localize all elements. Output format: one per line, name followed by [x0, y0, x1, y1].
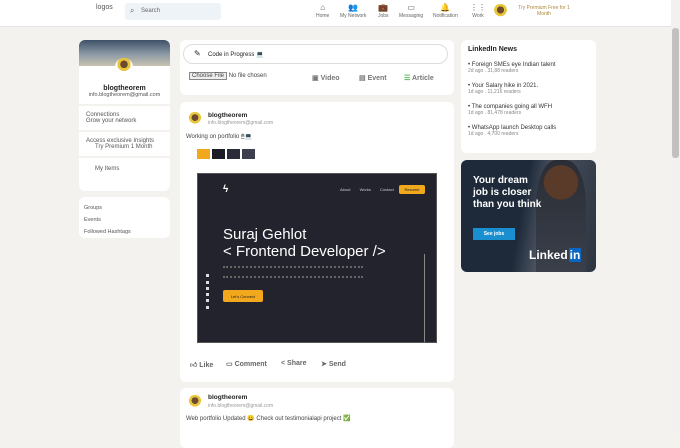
profile-avatar[interactable]	[115, 58, 133, 76]
hashtags-link[interactable]: Followed Hashtags	[84, 226, 165, 238]
connect-button: Let's Connect	[223, 290, 263, 302]
premium-link[interactable]: Try Premium Free for 1 Month	[514, 5, 574, 17]
like-button[interactable]: 👍︎ Like	[190, 360, 213, 369]
video-button[interactable]: ▣ Video	[312, 74, 340, 82]
scrollbar-thumb[interactable]	[672, 28, 679, 158]
post-card: blogtheorem info.blogtheorem@gmail.com W…	[180, 388, 454, 448]
search-icon: ⌕	[130, 6, 135, 15]
home-icon: ⌂	[320, 3, 326, 12]
bell-icon: 🔔	[440, 3, 451, 12]
comment-button[interactable]: ▭ Comment	[226, 360, 267, 368]
portfolio-logo: ϟ	[223, 184, 229, 195]
my-items-link[interactable]: My Items	[79, 158, 170, 180]
article-icon: ☰	[404, 75, 411, 82]
grid-icon: ⋮⋮	[470, 3, 486, 12]
portfolio-screenshot[interactable]: ϟ About Works Contact Resume Suraj Gehlo…	[197, 173, 437, 343]
scrollbar[interactable]	[671, 0, 680, 433]
logo: logos	[96, 4, 113, 11]
portfolio-title: Suraj Gehlot	[223, 226, 307, 243]
post-author[interactable]: blogtheorem	[208, 112, 247, 119]
thumbs-up-icon: 👍︎	[190, 362, 198, 369]
groups-link[interactable]: Groups	[84, 202, 165, 214]
swatch	[197, 149, 210, 159]
profile-email: info.blogtheorem@gmail.com	[88, 92, 161, 98]
post-text: Working on portfolio 🖱💻	[186, 134, 252, 140]
swatch	[227, 149, 240, 159]
profile-name[interactable]: blogtheorem	[79, 85, 170, 92]
post-avatar[interactable]	[187, 112, 203, 128]
calendar-icon: ▤	[359, 75, 366, 82]
article-button[interactable]: ☰ Article	[404, 74, 434, 82]
avatar[interactable]	[492, 4, 509, 21]
post-author[interactable]: blogtheorem	[208, 394, 247, 401]
search-input[interactable]: ⌕ Search	[125, 3, 221, 20]
message-icon: ▭	[407, 3, 415, 12]
nav-work[interactable]: ⋮⋮ Work	[470, 3, 486, 19]
nav-jobs[interactable]: 💼 Jobs	[378, 3, 389, 19]
send-button[interactable]: ➤ Send	[321, 360, 346, 368]
color-swatches	[197, 146, 257, 164]
news-title: LinkedIn News	[468, 46, 518, 53]
news-item[interactable]: • WhatsApp launch Desktop calls 1d ago . …	[468, 125, 589, 137]
nav-home[interactable]: ⌂ Home	[316, 3, 329, 19]
pencil-icon: ✎	[194, 49, 201, 58]
nav-my-network[interactable]: 👥 My Network	[340, 3, 366, 19]
swatch	[212, 149, 225, 159]
profile-card: blogtheorem info.blogtheorem@gmail.com C…	[79, 40, 170, 191]
post-email: info.blogtheorem@gmail.com	[208, 403, 274, 409]
post-email: info.blogtheorem@gmail.com	[208, 120, 274, 126]
swatch	[242, 149, 255, 159]
portfolio-subtitle: < Frontend Developer />	[223, 243, 386, 260]
linkedin-ad[interactable]: Your dream job is closer than you think …	[461, 160, 596, 272]
events-link[interactable]: Events	[84, 214, 165, 226]
resume-button: Resume	[399, 185, 425, 194]
share-icon: <	[281, 360, 286, 367]
post-text: Web portfolio Updated 😀 Check out testim…	[186, 416, 351, 422]
network-icon: 👥	[348, 3, 359, 12]
file-status: No file chosen	[228, 73, 267, 79]
top-nav: logos ⌕ Search ⌂ Home 👥 My Network 💼 Jobs ▭ M…	[0, 0, 680, 27]
share-box: ✎ Code in Progress 💻 Choose File No file …	[180, 40, 454, 95]
linkedin-logo: Linked in	[529, 248, 582, 262]
ad-headline: Your dream job is closer than you think	[473, 175, 542, 210]
send-icon: ➤	[321, 361, 327, 368]
post-avatar[interactable]	[187, 395, 203, 411]
connections-link[interactable]: Connections Grow your network	[79, 106, 170, 130]
news-item[interactable]: • Your Salary hike in 2021. 1d ago . 11,2…	[468, 83, 589, 95]
share-button[interactable]: < Share	[281, 360, 307, 367]
comment-icon: ▭	[226, 361, 233, 368]
news-card: LinkedIn News • Foreign SMEs eye Indian …	[461, 40, 596, 153]
video-icon: ▣	[312, 75, 319, 82]
nav-messaging[interactable]: ▭ Messaging	[399, 3, 423, 19]
groups-card: Groups Events Followed Hashtags	[79, 197, 170, 238]
event-button[interactable]: ▤ Event	[359, 74, 387, 82]
news-item[interactable]: • The companies going all WFH 1d ago . 81…	[468, 104, 589, 116]
post-input[interactable]: ✎ Code in Progress 💻	[183, 44, 448, 64]
see-jobs-button[interactable]: See jobs	[473, 228, 515, 240]
premium-insights-link[interactable]: Access exclusive Insights Try Premium 1 M…	[79, 132, 170, 156]
news-item[interactable]: • Foreign SMEs eye Indian talent 2d ago .…	[468, 62, 589, 74]
choose-file-button[interactable]: Choose File	[189, 72, 228, 80]
nav-notification[interactable]: 🔔 Notification	[433, 3, 458, 19]
briefcase-icon: 💼	[378, 3, 389, 12]
